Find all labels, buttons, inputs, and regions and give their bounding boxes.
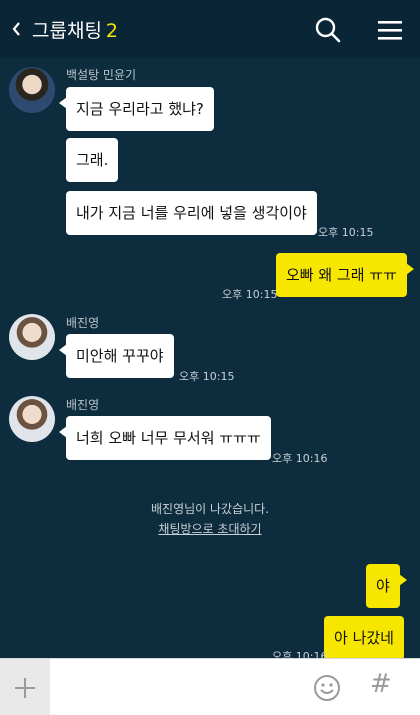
sender-name: 배진영 — [66, 316, 100, 330]
my-message-bubble[interactable]: 아 나갔네 — [324, 616, 404, 658]
message-input[interactable] — [56, 665, 296, 709]
emoji-icon — [314, 675, 340, 701]
member-count: 2 — [105, 19, 119, 42]
message-bubble[interactable]: 미안해 꾸꾸야 — [59, 334, 174, 378]
message-time: 오후 10:16 — [272, 452, 328, 465]
sender-name: 백설탕 민윤기 — [66, 68, 137, 82]
search-button[interactable] — [310, 12, 346, 48]
message-bubble[interactable]: 지금 우리라고 했냐? — [59, 87, 214, 131]
menu-icon — [378, 21, 402, 40]
emoji-button[interactable] — [312, 673, 342, 703]
menu-button[interactable] — [372, 12, 408, 48]
avatar[interactable] — [9, 314, 55, 360]
message-time: 오후 10:15 — [222, 288, 278, 301]
search-icon — [315, 17, 341, 43]
back-button[interactable] — [2, 0, 30, 58]
message-time: 오후 10:16 — [272, 650, 328, 658]
system-notice: 배진영님이 나갔습니다. 채팅방으로 초대하기 — [0, 500, 420, 537]
chat-area[interactable]: 백설탕 민윤기 지금 우리라고 했냐? 그래. 내가 지금 너를 우리에 넣을 … — [0, 58, 420, 658]
input-bar: # — [0, 658, 420, 715]
hash-icon: # — [370, 669, 392, 699]
my-message-bubble[interactable]: 오빠 왜 그래 ㅠㅠ — [276, 253, 414, 297]
my-message-bubble[interactable]: 야 — [366, 564, 407, 608]
message-bubble[interactable]: 그래. — [66, 138, 119, 182]
invite-link[interactable]: 채팅방으로 초대하기 — [0, 520, 420, 537]
message-time: 오후 10:15 — [318, 226, 374, 239]
message-bubble[interactable]: 너희 오빠 너무 무서워 ㅠㅠㅠ — [59, 416, 271, 460]
message-time: 오후 10:15 — [179, 370, 235, 383]
message-bubble[interactable]: 내가 지금 너를 우리에 넣을 생각이야 — [66, 191, 317, 235]
top-bar: 그룹채팅 2 — [0, 0, 420, 58]
chat-title: 그룹채팅 2 — [32, 16, 118, 43]
sender-name: 배진영 — [66, 398, 100, 412]
avatar[interactable] — [9, 67, 55, 113]
chevron-left-icon — [12, 22, 20, 36]
hash-button[interactable]: # — [370, 669, 392, 699]
notice-text: 배진영님이 나갔습니다. — [150, 502, 270, 516]
avatar[interactable] — [9, 396, 55, 442]
plus-icon — [15, 677, 35, 698]
add-button[interactable] — [0, 659, 50, 715]
chat-title-text: 그룹채팅 — [32, 19, 102, 42]
